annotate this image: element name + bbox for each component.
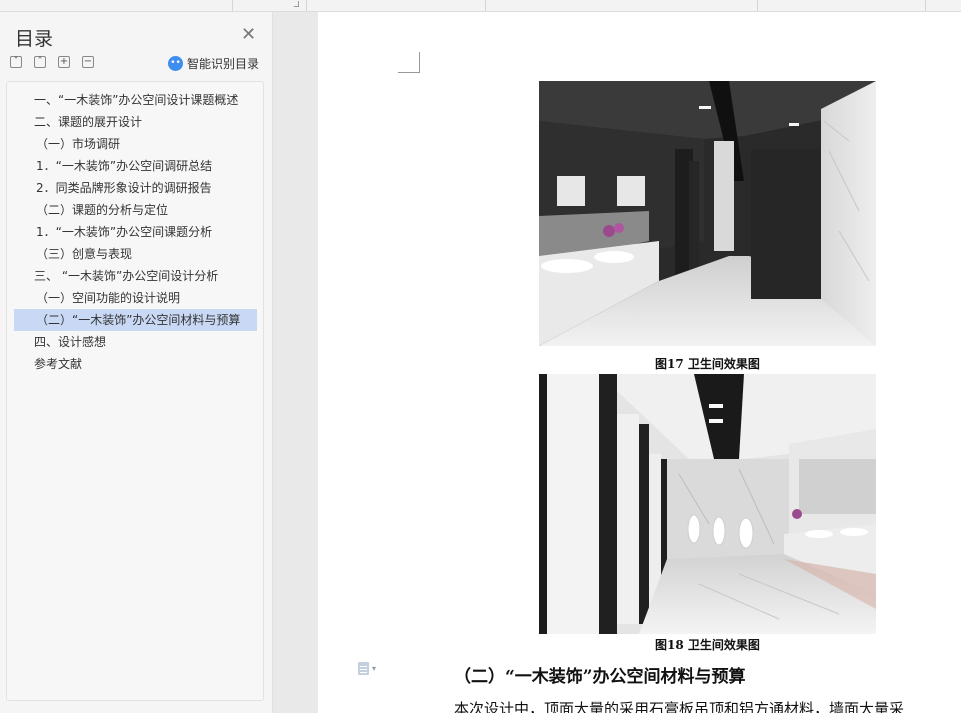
- top-ruler-strip: [0, 0, 961, 12]
- toc-item[interactable]: 四、设计感想: [14, 331, 257, 353]
- toc-item[interactable]: 二、课题的展开设计: [14, 111, 257, 133]
- figure-18-image[interactable]: [539, 374, 876, 634]
- toc-item[interactable]: 2．同类品牌形象设计的调研报告: [14, 177, 257, 199]
- paragraph-menu-icon[interactable]: ▾: [358, 662, 376, 675]
- ruler-divider: [485, 0, 486, 11]
- remove-level-icon[interactable]: −: [82, 56, 94, 68]
- document-icon: [358, 662, 369, 675]
- expand-up-icon[interactable]: ˄: [34, 56, 46, 68]
- add-level-icon[interactable]: +: [58, 56, 70, 68]
- toc-list: 一、“一木装饰”办公空间设计课题概述 二、课题的展开设计 （一）市场调研 1．“一木装…: [6, 81, 264, 701]
- toc-item[interactable]: （一）市场调研: [14, 133, 257, 155]
- toc-item[interactable]: 一、“一木装饰”办公空间设计课题概述: [14, 89, 257, 111]
- section-heading: （二）“一木装饰”办公空间材料与预算: [454, 667, 746, 687]
- close-icon[interactable]: ✕: [241, 26, 256, 44]
- dropdown-arrow-icon: ▾: [372, 664, 377, 673]
- toc-item[interactable]: 参考文献: [14, 353, 257, 375]
- toc-item[interactable]: （三）创意与表现: [14, 243, 257, 265]
- toc-item[interactable]: 1．“一木装饰”办公空间调研总结: [14, 155, 257, 177]
- smart-toc-icon: ••: [168, 56, 183, 71]
- toc-sidebar: 目录 ✕ ˅ ˄ + − •• 智能识别目录 一、“一木装饰”办公空间设计课题概…: [0, 12, 273, 713]
- figure-18-caption: 图18 卫生间效果图: [655, 638, 760, 652]
- toc-item[interactable]: （二）课题的分析与定位: [14, 199, 257, 221]
- toc-item[interactable]: （二）“一木装饰”办公空间材料与预算: [14, 309, 257, 331]
- ruler-divider: [306, 0, 307, 11]
- figure-17-caption: 图17 卫生间效果图: [655, 357, 760, 371]
- ruler-divider: [925, 0, 926, 11]
- toc-title: 目录: [15, 28, 54, 50]
- margin-corner-mark: [398, 72, 420, 73]
- collapse-all-icon[interactable]: ˅: [10, 56, 22, 68]
- document-canvas: 图17 卫生间效果图 图18 卫生间效果图 ▾ （二）“一木装饰”办公空间材料与…: [274, 12, 961, 713]
- document-page: 图17 卫生间效果图 图18 卫生间效果图 ▾ （二）“一木装饰”办公空间材料与…: [318, 12, 961, 713]
- ruler-divider: [757, 0, 758, 11]
- toc-item[interactable]: （一）空间功能的设计说明: [14, 287, 257, 309]
- ruler-corner-mark: [294, 1, 299, 7]
- margin-corner-mark: [419, 52, 420, 73]
- toc-item[interactable]: 1．“一木装饰”办公空间课题分析: [14, 221, 257, 243]
- ruler-divider: [232, 0, 233, 11]
- figure-17-image[interactable]: [539, 81, 876, 346]
- smart-toc-label: 智能识别目录: [187, 57, 260, 71]
- smart-toc-button[interactable]: •• 智能识别目录: [168, 55, 259, 72]
- body-paragraph: 本次设计中，顶面大量的采用石膏板吊顶和铝方通材料，墙面大量采: [454, 700, 905, 713]
- toc-item[interactable]: 三、 “一木装饰”办公空间设计分析: [14, 265, 257, 287]
